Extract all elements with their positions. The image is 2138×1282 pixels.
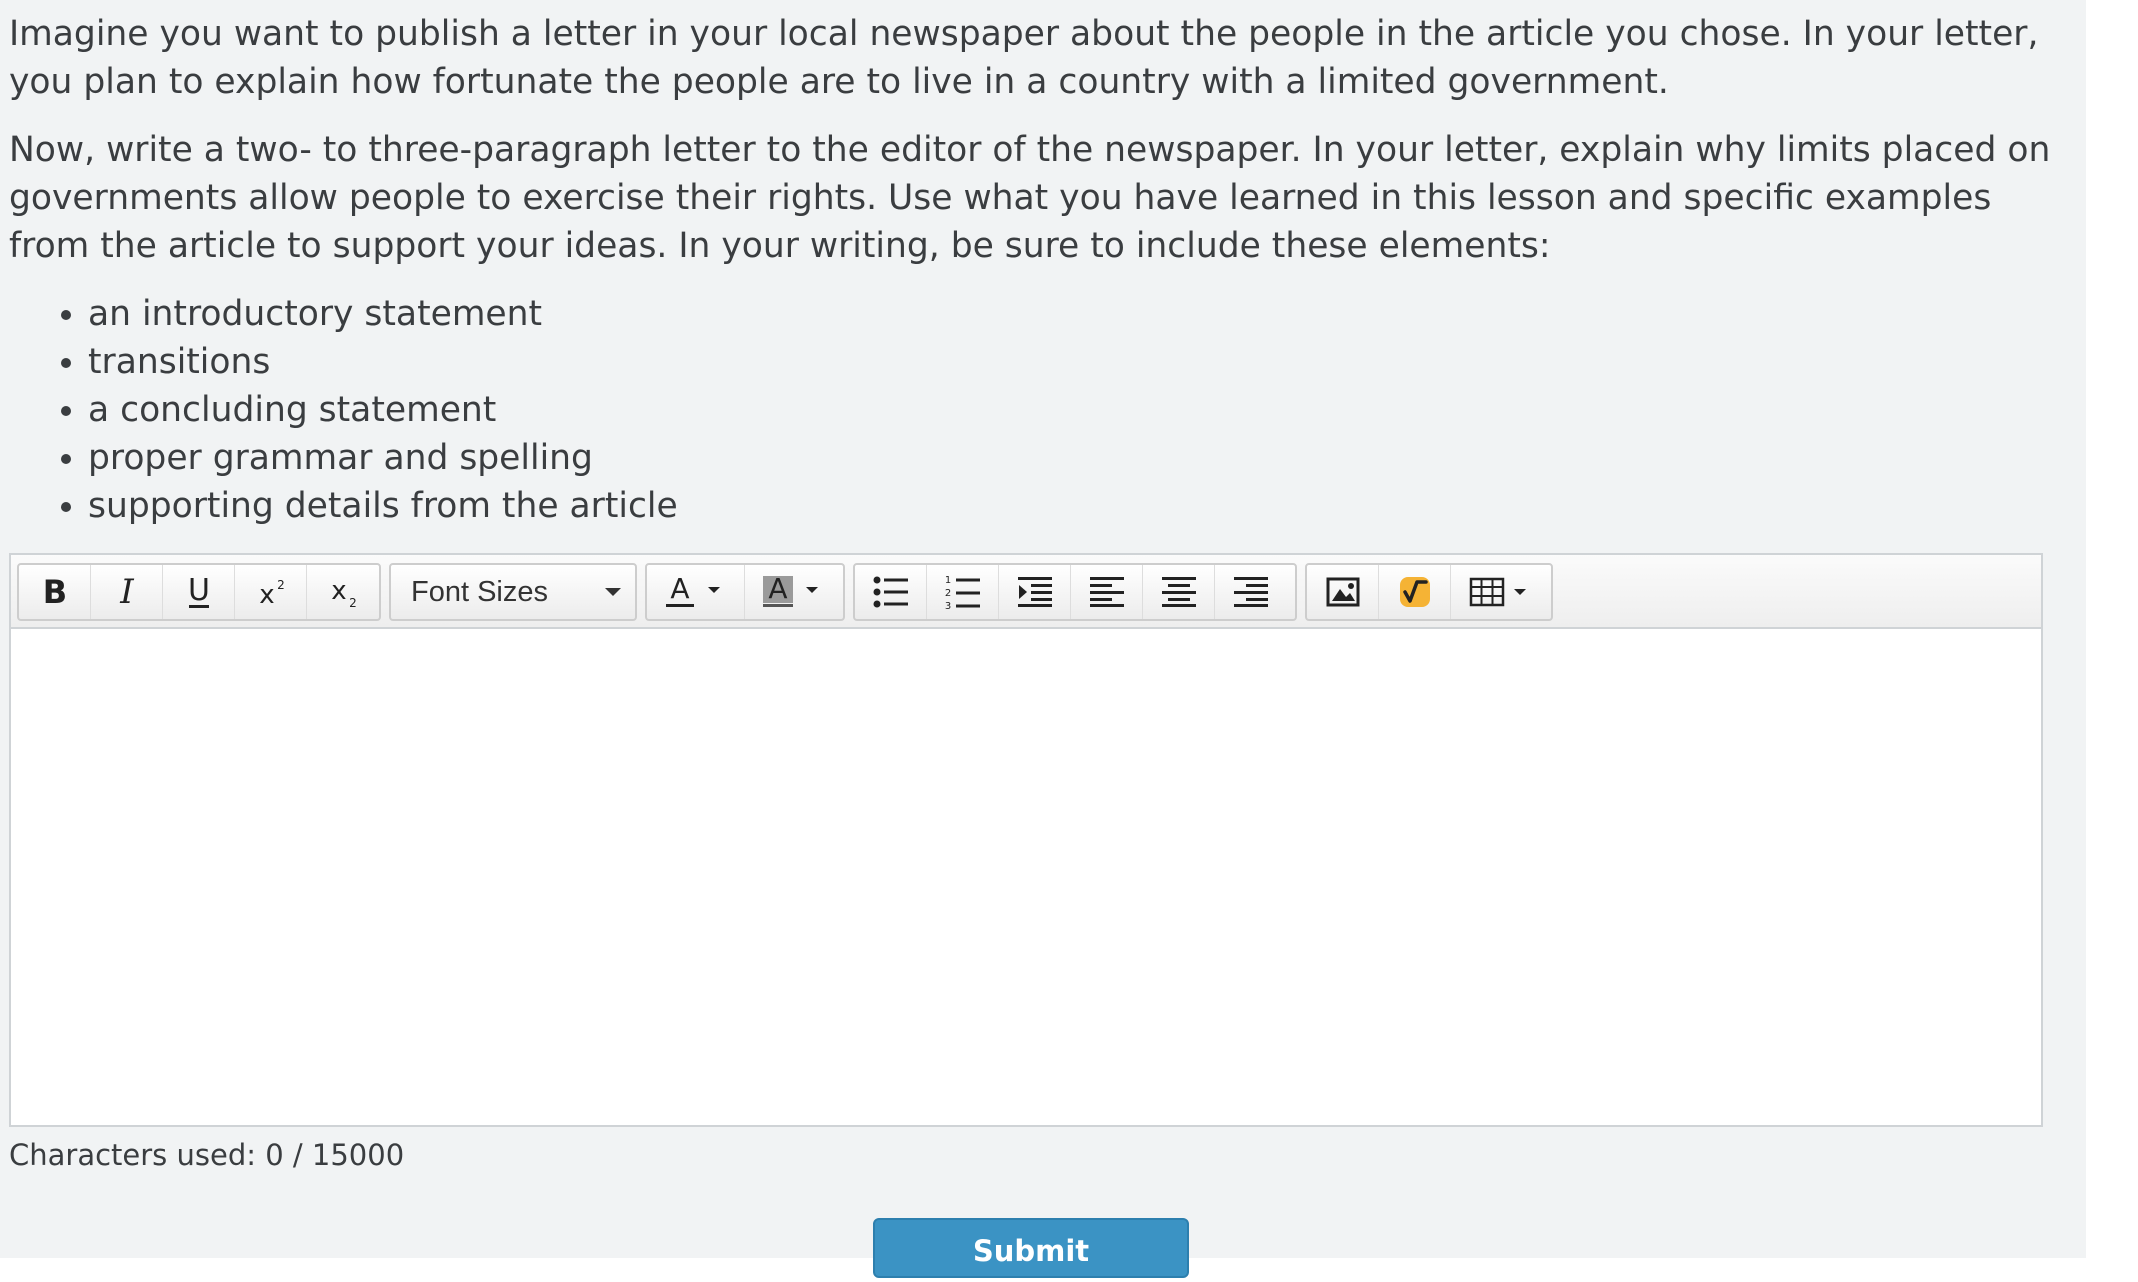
font-sizes-dropdown[interactable]: Font Sizes <box>391 565 635 619</box>
superscript-icon: x 2 <box>259 578 285 609</box>
insert-image-button[interactable] <box>1307 565 1379 619</box>
align-right-icon <box>1234 577 1268 607</box>
align-left-icon <box>1089 577 1124 607</box>
svg-text:A: A <box>670 572 689 605</box>
align-right-button[interactable] <box>1215 565 1287 619</box>
svg-text:2: 2 <box>349 596 357 609</box>
text-style-group: B I U x 2 x 2 <box>17 563 381 621</box>
numbered-list-icon: 1 2 3 <box>945 575 980 610</box>
subscript-button[interactable]: x 2 <box>307 565 379 619</box>
rich-text-editor: B I U x 2 x 2 Font Sizes A A 1 2 3 <box>9 553 2043 1127</box>
underline-button[interactable]: U <box>163 565 235 619</box>
svg-text:B: B <box>42 575 66 609</box>
page-background: Imagine you want to publish a letter in … <box>0 0 2086 1278</box>
italic-icon: I <box>119 575 134 609</box>
svg-text:x: x <box>259 580 274 609</box>
color-group: A A <box>645 563 845 621</box>
svg-text:A: A <box>768 572 787 605</box>
list-item: an introductory statement <box>88 290 2069 338</box>
svg-text:x: x <box>331 576 346 606</box>
underline-icon: U <box>188 574 210 608</box>
math-equation-icon <box>1399 577 1430 607</box>
svg-text:2: 2 <box>945 588 951 599</box>
font-size-group: Font Sizes <box>389 563 637 621</box>
font-color-icon: A <box>665 572 720 607</box>
essay-text-area[interactable] <box>11 629 2041 1125</box>
numbered-list-button[interactable]: 1 2 3 <box>927 565 999 619</box>
paragraph-format-group: 1 2 3 <box>853 563 1297 621</box>
highlight-color-icon: A <box>763 572 818 607</box>
prompt-paragraph-1: Imagine you want to publish a letter in … <box>9 14 2039 102</box>
font-sizes-label: Font Sizes <box>411 575 548 608</box>
align-center-button[interactable] <box>1143 565 1215 619</box>
highlight-color-button[interactable]: A <box>745 565 843 619</box>
svg-text:2: 2 <box>277 578 285 592</box>
bold-icon: B <box>42 575 66 609</box>
editor-toolbar: B I U x 2 x 2 Font Sizes A A 1 2 3 <box>11 555 2041 629</box>
submit-button[interactable]: Submit <box>873 1218 1189 1278</box>
list-item: proper grammar and spelling <box>88 434 2069 482</box>
align-left-button[interactable] <box>1071 565 1143 619</box>
align-center-icon <box>1161 577 1196 607</box>
indent-button[interactable] <box>999 565 1071 619</box>
insert-group <box>1305 563 1553 621</box>
bullet-list-icon <box>873 576 908 608</box>
svg-text:1: 1 <box>945 575 951 586</box>
superscript-button[interactable]: x 2 <box>235 565 307 619</box>
svg-text:3: 3 <box>945 601 951 610</box>
bold-button[interactable]: B <box>19 565 91 619</box>
bullet-list-button[interactable] <box>855 565 927 619</box>
math-equation-button[interactable] <box>1379 565 1451 619</box>
indent-icon <box>1017 577 1052 607</box>
required-elements-list: an introductory statement transitions a … <box>9 290 2069 530</box>
list-item: supporting details from the article <box>88 482 2069 530</box>
italic-button[interactable]: I <box>91 565 163 619</box>
writing-prompt: Imagine you want to publish a letter in … <box>9 10 2069 530</box>
insert-table-button[interactable] <box>1451 565 1551 619</box>
list-item: a concluding statement <box>88 386 2069 434</box>
font-color-button[interactable]: A <box>647 565 745 619</box>
table-icon <box>1469 577 1526 607</box>
chevron-down-icon <box>605 588 621 596</box>
svg-text:U: U <box>188 574 210 608</box>
prompt-paragraph-2: Now, write a two- to three-paragraph let… <box>9 130 2051 266</box>
svg-text:I: I <box>119 575 134 609</box>
character-counter: Characters used: 0 / 15000 <box>9 1138 405 1172</box>
subscript-icon: x 2 <box>331 576 357 609</box>
image-icon <box>1326 577 1359 607</box>
list-item: transitions <box>88 338 2069 386</box>
